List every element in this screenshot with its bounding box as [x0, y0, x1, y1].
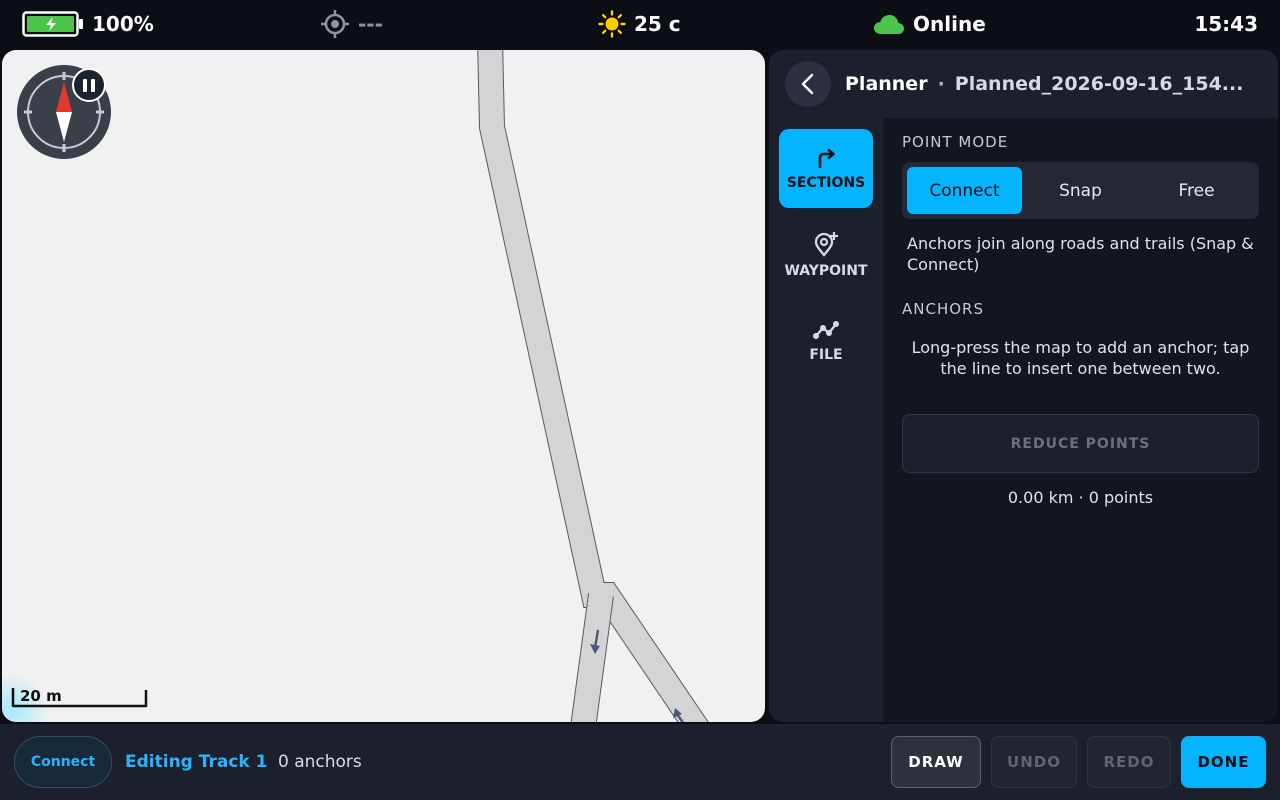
plan-file-name: Planned_2026-09-16_154... [954, 73, 1244, 95]
reduce-points-button[interactable]: REDUCE POINTS [902, 414, 1259, 473]
chevron-left-icon [801, 73, 814, 95]
road-layer [477, 50, 709, 722]
rail-item-label: FILE [809, 346, 843, 363]
back-button[interactable] [785, 61, 831, 107]
planner-panel: Planner · Planned_2026-09-16_154... SECT… [769, 50, 1278, 722]
rail-item-file[interactable]: FILE [779, 301, 873, 380]
panel-title: Planner · Planned_2026-09-16_154... [845, 50, 1243, 118]
bottom-bar: Connect Editing Track 1 0 anchors DRAW U… [0, 724, 1280, 800]
rail-item-label: WAYPOINT [784, 262, 868, 279]
rail-item-sections[interactable]: SECTIONS [779, 129, 873, 208]
title-separator: · [937, 73, 945, 95]
cloud-icon [874, 15, 904, 34]
battery-percent: 100% [92, 12, 154, 36]
turn-right-arrow-icon [818, 147, 835, 168]
done-button[interactable]: DONE [1181, 736, 1266, 788]
temperature-value: 25 c [634, 12, 681, 36]
route-line-icon [813, 320, 839, 339]
point-mode-snap[interactable]: Snap [1023, 167, 1138, 214]
point-mode-description: Anchors join along roads and trails (Sna… [907, 234, 1254, 274]
undo-button[interactable]: UNDO [991, 736, 1077, 788]
editing-label: Editing Track 1 [125, 752, 268, 772]
crosshair-icon [321, 10, 349, 38]
network-label: Online [913, 12, 986, 36]
panel-rail: SECTIONS WAYPOINT FILE [769, 118, 883, 722]
panel-header: Planner · Planned_2026-09-16_154... [769, 50, 1278, 118]
weather-status: 25 c [598, 0, 681, 48]
panel-title-text: Planner [845, 73, 928, 95]
anchors-hint: Long-press the map to add an anchor; tap… [911, 338, 1250, 378]
scale-label: 20 m [20, 687, 62, 705]
anchor-count: 0 anchors [278, 752, 362, 772]
point-mode-selector: Connect Snap Free [902, 162, 1259, 219]
draw-button[interactable]: DRAW [891, 736, 981, 788]
add-location-pin-icon [814, 231, 838, 257]
rail-item-label: SECTIONS [786, 174, 866, 191]
gps-status: --- [320, 0, 383, 48]
point-mode-free[interactable]: Free [1139, 167, 1254, 214]
track-stats: 0.00 km · 0 points [1007, 488, 1154, 507]
map-view[interactable]: 20 m [2, 50, 765, 722]
clock: 15:43 [1194, 12, 1258, 36]
battery-status: 100% [22, 0, 154, 48]
battery-charging-icon [22, 11, 83, 37]
point-mode-heading: POINT MODE [902, 133, 1009, 151]
sun-icon [598, 10, 626, 38]
anchors-heading: ANCHORS [902, 300, 984, 318]
pause-button[interactable] [72, 68, 106, 102]
point-mode-connect[interactable]: Connect [907, 167, 1022, 214]
network-status: Online [873, 0, 986, 48]
gps-value: --- [358, 12, 383, 36]
rail-item-waypoint[interactable]: WAYPOINT [779, 215, 873, 294]
status-bar: 100% --- 25 c Online 15:43 [0, 0, 1280, 48]
redo-button[interactable]: REDO [1087, 736, 1171, 788]
mode-chip[interactable]: Connect [14, 736, 112, 788]
pause-icon [83, 78, 87, 92]
